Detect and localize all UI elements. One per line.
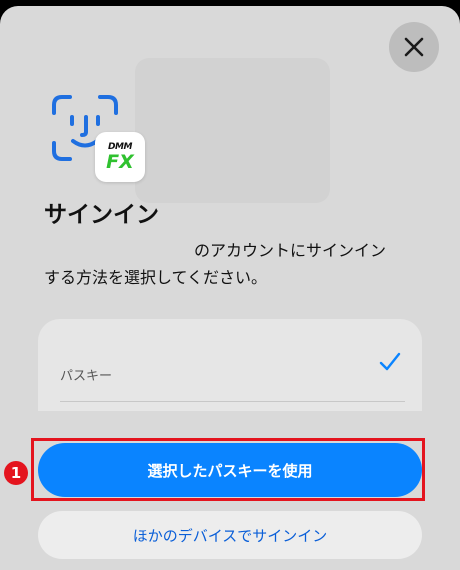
app-brand-fx: FX — [106, 151, 134, 173]
checkmark-icon — [379, 352, 401, 371]
description-line-1: のアカウントにサインイン — [194, 241, 387, 260]
passkey-sign-in-sheet: DMM FX サインイン のアカウントにサインイン する方法を選択してください。… — [0, 6, 460, 570]
dialog-title: サインイン — [44, 202, 159, 228]
close-icon — [404, 37, 424, 57]
description-line-2: する方法を選択してください。 — [44, 268, 268, 287]
list-divider — [60, 401, 405, 402]
sign-in-other-device-button[interactable]: ほかのデバイスでサインイン — [38, 511, 422, 559]
close-button[interactable] — [389, 22, 439, 72]
highlight-annotation-box — [31, 438, 425, 501]
passkey-item-label[interactable]: パスキー — [60, 365, 112, 384]
dialog-description: のアカウントにサインイン する方法を選択してください。 — [44, 237, 434, 291]
dmm-fx-app-icon: DMM FX — [95, 132, 145, 182]
background-blur-panel — [135, 58, 330, 203]
step-number-badge: 1 — [4, 461, 28, 485]
